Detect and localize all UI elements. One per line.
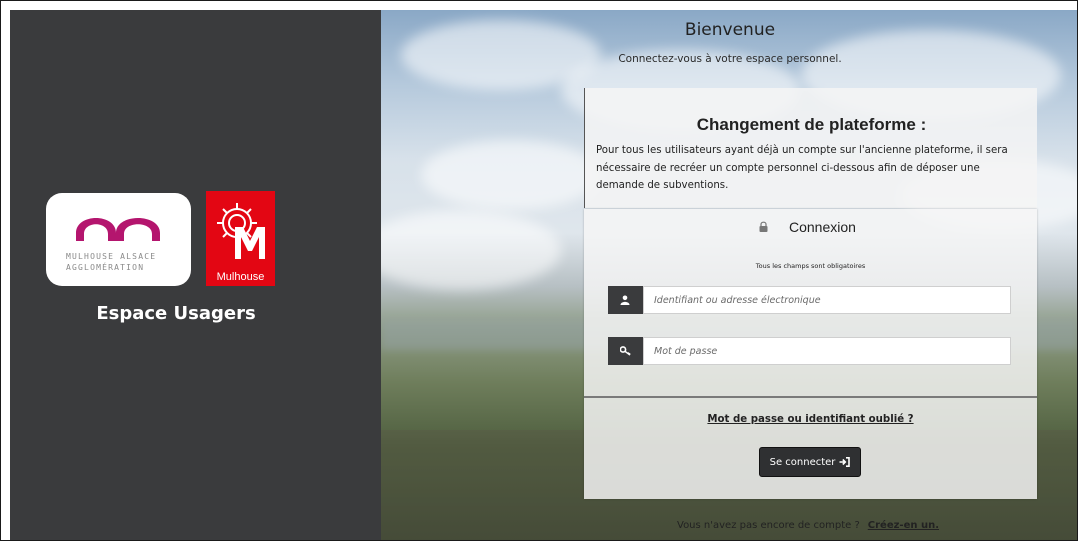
city-gear-m-icon bbox=[217, 203, 265, 259]
notice-body: Pour tous les utilisateurs ayant déjà un… bbox=[596, 145, 1008, 191]
key-icon bbox=[620, 346, 631, 356]
page-frame: MULHOUSE ALSACE AGGLOMÉRATION Mulhouse E… bbox=[0, 0, 1078, 541]
platform-change-notice: Changement de plateforme : Pour tous les… bbox=[584, 88, 1037, 208]
space-title: Espace Usagers bbox=[96, 303, 256, 324]
brand-panel: MULHOUSE ALSACE AGGLOMÉRATION Mulhouse E… bbox=[10, 10, 381, 540]
login-heading-label: Connexion bbox=[789, 219, 856, 235]
create-account-link[interactable]: Créez-en un. bbox=[868, 520, 939, 531]
mulhouse-alsace-agglomeration-logo: MULHOUSE ALSACE AGGLOMÉRATION bbox=[46, 193, 191, 286]
username-input[interactable] bbox=[643, 286, 1011, 314]
logo-text-line-1: MULHOUSE ALSACE bbox=[66, 252, 157, 261]
city-logo-label: Mulhouse bbox=[216, 271, 265, 283]
logo-text-line-2: AGGLOMÉRATION bbox=[66, 263, 145, 272]
signup-prompt-text: Vous n'avez pas encore de compte ? bbox=[677, 520, 860, 531]
sign-in-button[interactable]: Se connecter bbox=[759, 447, 861, 477]
welcome-subtitle: Connectez-vous à votre espace personnel. bbox=[618, 53, 842, 65]
required-fields-note: Tous les champs sont obligatoires bbox=[755, 262, 866, 270]
password-addon bbox=[608, 337, 643, 365]
forgot-credentials-link[interactable]: Mot de passe ou identifiant oublié ? bbox=[584, 414, 1037, 425]
password-field-group bbox=[608, 337, 1011, 365]
username-field-group bbox=[608, 286, 1011, 314]
mulhouse-city-logo: Mulhouse bbox=[206, 191, 275, 286]
sign-in-button-label: Se connecter bbox=[769, 456, 836, 468]
login-form: Connexion Tous les champs sont obligatoi… bbox=[584, 209, 1037, 499]
sign-in-icon bbox=[839, 456, 851, 467]
welcome-title: Bienvenue bbox=[684, 20, 776, 40]
lock-icon bbox=[759, 221, 768, 232]
notice-title: Changement de plateforme : bbox=[696, 115, 927, 134]
user-icon bbox=[620, 295, 630, 305]
username-addon bbox=[608, 286, 643, 314]
agglomeration-arcs-icon bbox=[76, 218, 160, 241]
signup-prompt: Vous n'avez pas encore de compte ? Créez-… bbox=[677, 520, 939, 531]
form-divider bbox=[584, 396, 1037, 398]
password-input[interactable] bbox=[643, 337, 1011, 365]
